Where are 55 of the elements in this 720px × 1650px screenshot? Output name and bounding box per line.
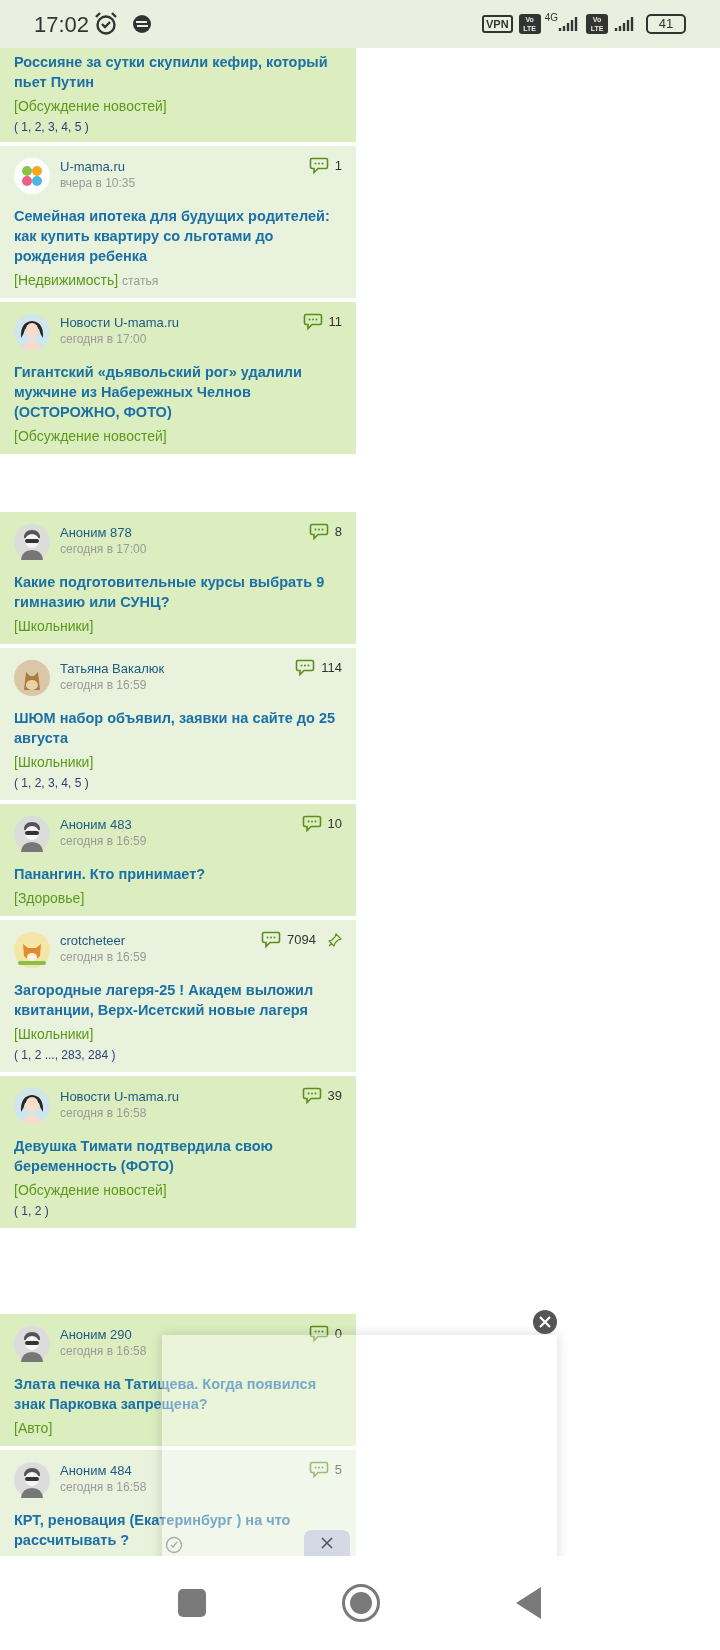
post-time: сегодня в 16:59 — [60, 949, 148, 965]
topic-title[interactable]: Россияне за сутки скупили кефир, который пьет Путин — [14, 52, 342, 92]
clock-time: 17:02 — [34, 10, 90, 39]
comment-count: 5 — [334, 1461, 342, 1479]
comment-count: 8 — [334, 523, 342, 541]
author-name[interactable]: Новости U-mama.ru — [60, 1088, 302, 1105]
author-name[interactable]: U-mama.ru — [60, 158, 309, 175]
post-time: сегодня в 16:58 — [60, 1343, 148, 1359]
topic-title[interactable]: Панангин. Кто принимает? — [14, 864, 342, 884]
topic-card[interactable]: Аноним 878 сегодня в 17:00 8 Какие подготовительные курсы выбрать 9 гимназию или СУНЦ? [Школьники] — [0, 512, 356, 644]
comment-count: 7094 — [287, 931, 316, 949]
vpn-badge: VPN — [482, 15, 513, 33]
author-name[interactable]: Аноним 483 — [60, 816, 302, 833]
comment-count: 10 — [327, 815, 342, 833]
topic-title[interactable]: Семейная ипотека для будущих родителей: как купить квартиру со льготами до рождения ребенка — [14, 206, 342, 266]
topic-card[interactable]: Новости U-mama.ru сегодня в 17:00 11 Гигантский «дьявольский рог» удалили мужчине из Набережных Челнов (ОСТОРОЖНО, ФОТО) [Обсуждение новостей] — [0, 302, 356, 454]
comment-count: 0 — [334, 1325, 342, 1343]
post-time: вчера в 10:35 — [60, 175, 137, 191]
post-time: сегодня в 17:00 — [60, 541, 148, 557]
battery-level: 41 — [646, 14, 686, 34]
network-type: 4G — [544, 11, 558, 25]
topic-title[interactable]: Загородные лагеря-25 ! Академ выложил квитанции, Верх-Исетский новые лагеря — [14, 980, 342, 1020]
post-time: сегодня в 16:58 — [60, 1105, 148, 1121]
post-time: сегодня в 17:00 — [60, 331, 148, 347]
author-name[interactable]: Новости U-mama.ru — [60, 314, 303, 331]
author-name[interactable]: crotcheteer — [60, 932, 262, 949]
comment-count: 11 — [328, 313, 342, 331]
topic-title[interactable]: Злата печка на Татищева. Когда появился знак Парковка запрещена? — [14, 1374, 342, 1414]
topic-card[interactable]: Аноним 290 сегодня в 16:58 0 Злата печка на Татищева. Когда появился знак Парковка запрещена? [Авто] — [0, 1314, 356, 1446]
author-name[interactable]: Аноним 878 — [60, 524, 309, 541]
page-links[interactable]: ( 1, 2 ) — [14, 1202, 342, 1220]
topic-title[interactable]: ШЮМ набор объявил, заявки на сайте до 25 августа — [14, 708, 342, 748]
comment-count: 114 — [321, 659, 342, 677]
comment-count: 1 — [334, 157, 342, 175]
topic-card[interactable]: Новости U-mama.ru сегодня в 16:58 39 Девушка Тимати подтвердила свою беременность (ФОТО) [Обсуждение новостей] ( 1, 2 ) — [0, 1076, 356, 1228]
post-time: сегодня в 16:59 — [60, 833, 148, 849]
topic-card[interactable]: Татьяна Вакалюк сегодня в 16:59 114 ШЮМ набор объявил, заявки на сайте до 25 августа [Школьники] ( 1, 2, 3, 4, 5 ) — [0, 648, 356, 800]
topic-type: статья — [122, 273, 159, 290]
topic-title[interactable]: Гигантский «дьявольский рог» удалили мужчине из Набережных Челнов (ОСТОРОЖНО, ФОТО) — [14, 362, 342, 422]
page-links[interactable]: ( 1, 2, 3, 4, 5 ) — [14, 774, 342, 792]
author-name[interactable]: Аноним 484 — [60, 1462, 309, 1479]
topic-title[interactable]: Какие подготовительные курсы выбрать 9 гимназию или СУНЦ? — [14, 572, 342, 612]
post-time: сегодня в 16:58 — [60, 1479, 148, 1495]
author-name[interactable]: Аноним 290 — [60, 1326, 309, 1343]
page-links[interactable]: ( 1, 2 ..., 283, 284 ) — [14, 1046, 342, 1064]
topic-card[interactable]: Аноним 483 сегодня в 16:59 10 Панангин. Кто принимает? [Здоровье] — [0, 804, 356, 916]
topic-card[interactable]: Россияне за сутки скупили кефир, который пьет Путин [Обсуждение новостей] ( 1, 2, 3, 4, 5 ) — [0, 48, 356, 142]
comment-count: 39 — [327, 1087, 342, 1105]
author-name[interactable]: Татьяна Вакалюк — [60, 660, 296, 677]
topic-card[interactable]: Аноним 484 сегодня в 16:58 5 КРТ, реновация (Екатеринбург ) на что рассчитывать ? — [0, 1450, 356, 1556]
topic-title[interactable]: Девушка Тимати подтвердила свою беременность (ФОТО) — [14, 1136, 342, 1176]
post-time: сегодня в 16:59 — [60, 677, 148, 693]
topic-card[interactable]: crotcheteer сегодня в 16:59 7094 Загородные лагеря-25 ! Академ выложил квитанции, Верх-Исетский новые лагеря [Школьники] ( 1, 2 ..., 283, 284 ) — [0, 920, 356, 1072]
page-links[interactable]: ( 1, 2, 3, 4, 5 ) — [14, 118, 342, 136]
topic-card[interactable]: U-mama.ru вчера в 10:35 1 Семейная ипотека для будущих родителей: как купить квартиру со льготами до рождения ребенка [Недвижимость] статья — [0, 146, 356, 298]
